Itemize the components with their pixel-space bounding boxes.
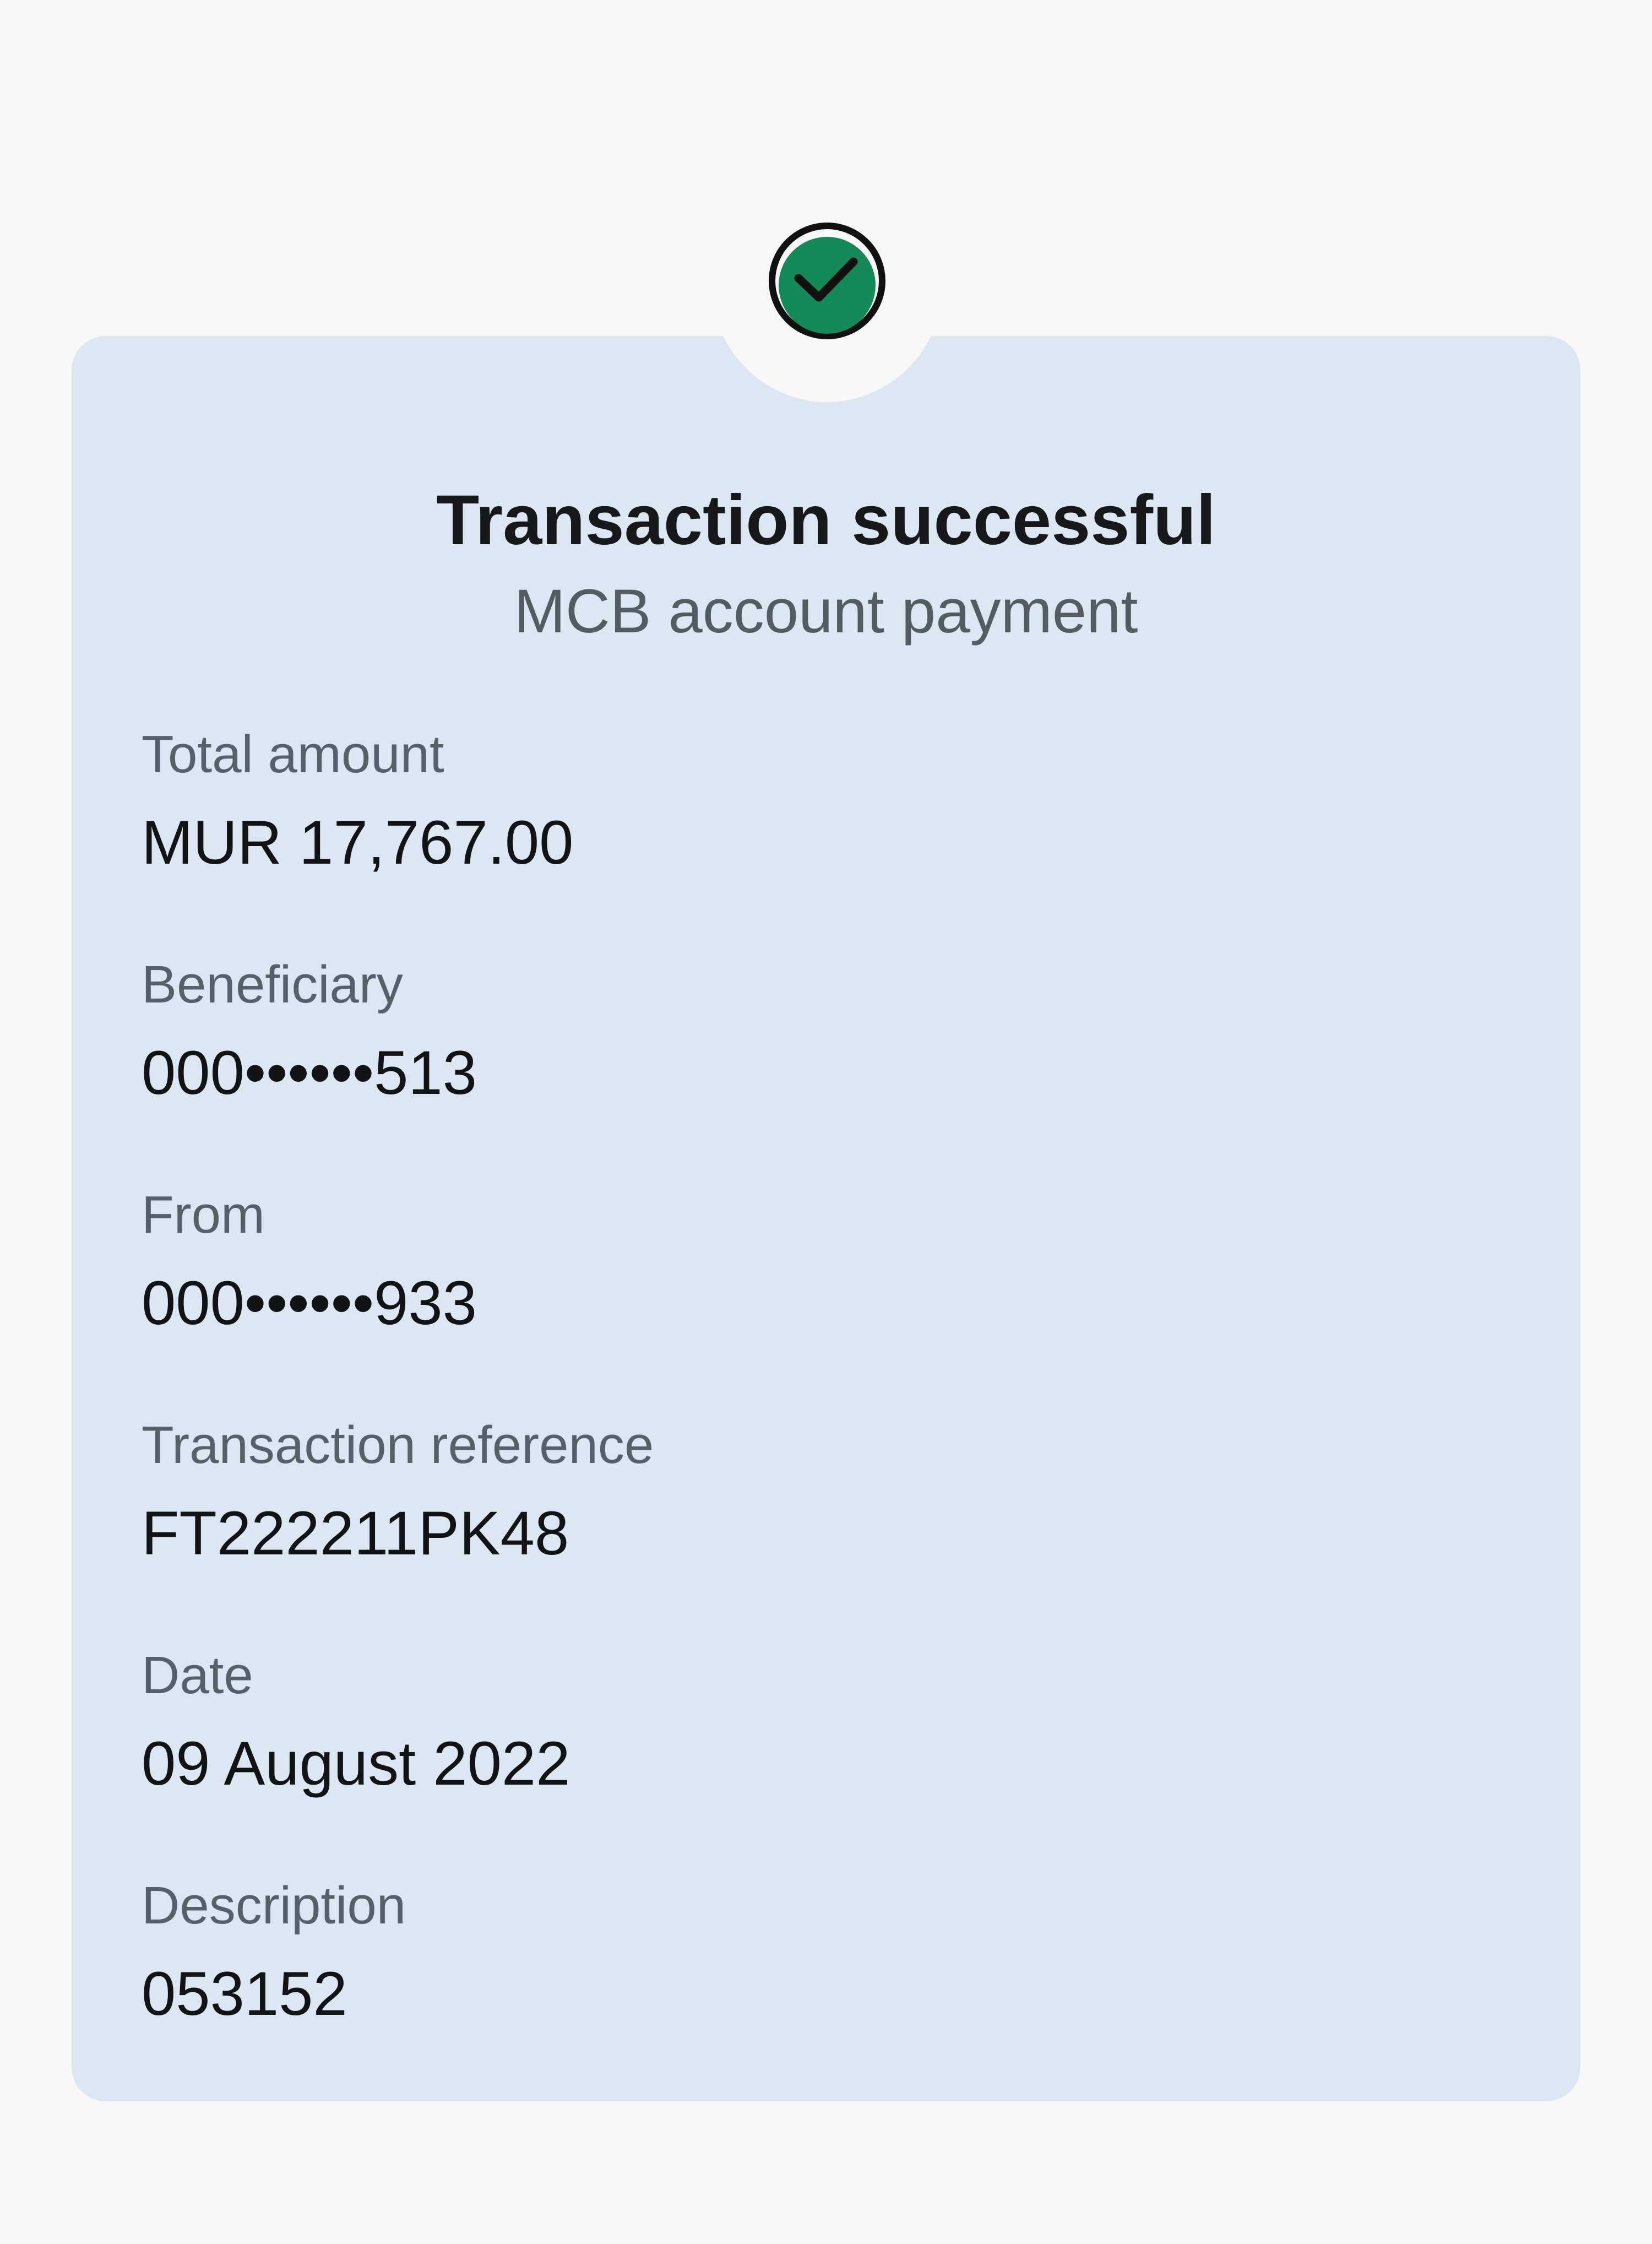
payment-type-subtitle: MCB account payment [514,577,1138,646]
detail-label: Date [142,1646,253,1705]
detail-value: 000••••••513 [142,1038,477,1107]
description-row: Description 053152 [142,1867,1518,2097]
detail-value: 000••••••933 [142,1269,477,1337]
detail-label: From [142,1185,265,1244]
transaction-reference-row: Transaction reference FT222211PK48 [142,1407,1518,1637]
beneficiary-row: Beneficiary 000••••••513 [142,946,1518,1177]
detail-label: Beneficiary [142,955,403,1014]
total-amount-row: Total amount MUR 17,767.00 [142,716,1518,946]
transaction-status-title: Transaction successful [436,481,1216,560]
detail-label: Transaction reference [142,1416,654,1475]
detail-value: 053152 [142,1959,347,2028]
transaction-details-list: Total amount MUR 17,767.00 Beneficiary 0… [142,716,1518,2097]
success-status-badge [710,160,944,402]
detail-value: FT222211PK48 [142,1499,569,1568]
detail-value: 09 August 2022 [142,1729,570,1798]
detail-value: MUR 17,767.00 [142,808,574,877]
detail-label: Total amount [142,725,444,784]
from-account-row: From 000••••••933 [142,1177,1518,1407]
checkmark-circle-icon [767,220,888,342]
date-row: Date 09 August 2022 [142,1637,1518,1867]
detail-label: Description [142,1876,406,1935]
